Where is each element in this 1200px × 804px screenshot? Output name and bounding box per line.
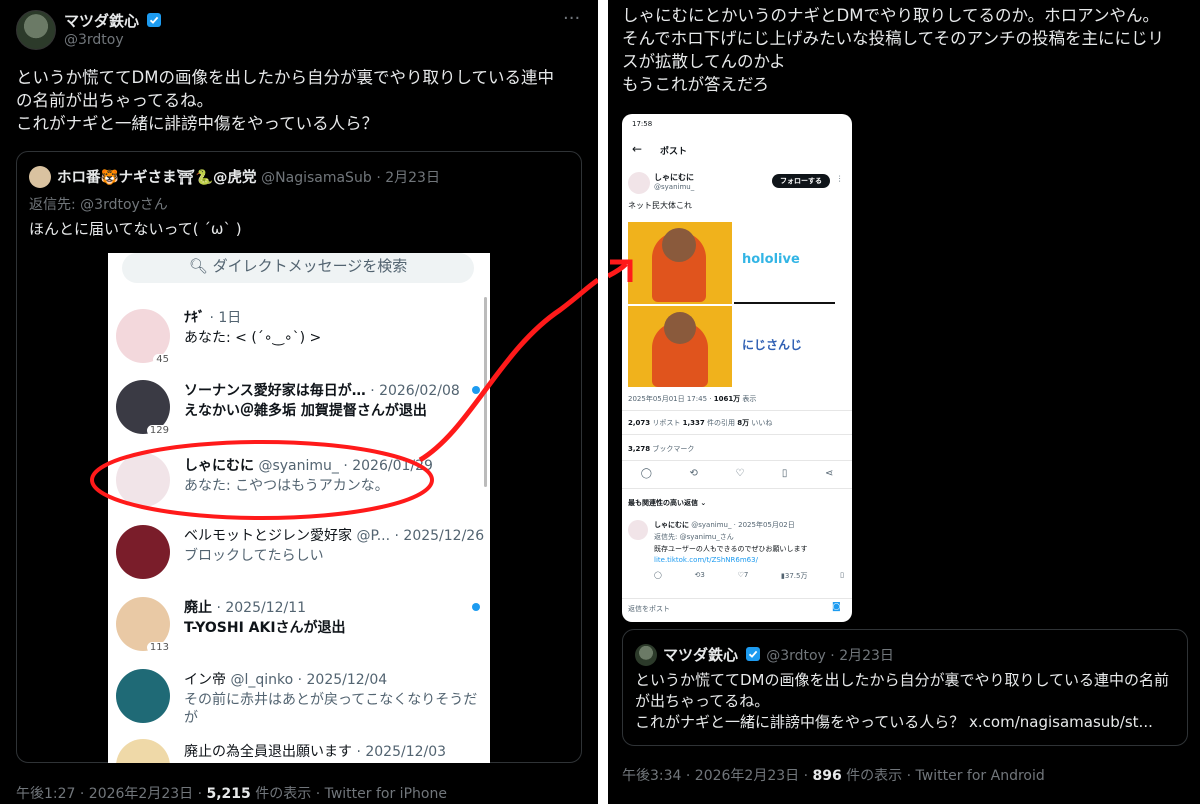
left-tweet-panel: マツダ鉄心 @3rdtoy ··· というか慌ててDMの画像を出したから自分が裏… xyxy=(0,0,598,804)
verified-badge-icon xyxy=(746,647,761,661)
avatar xyxy=(635,644,657,666)
quote-author-row: マツダ鉄心 @3rdtoy · 2月23日 xyxy=(663,644,894,665)
quote-author-name: マツダ鉄心 xyxy=(663,646,739,664)
red-arrow-left xyxy=(418,277,598,463)
quote-author-handle: @3rdtoy · 2月23日 xyxy=(766,648,894,664)
tweet-footer: 午後3:34 · 2026年2月23日 · 896 件の表示 · Twitter… xyxy=(622,768,1045,784)
quoted-tweet[interactable]: マツダ鉄心 @3rdtoy · 2月23日 というか慌ててDMの画像を出したから… xyxy=(622,629,1188,746)
right-tweet-panel: しゃにむにとかいうのナギとDMでやり取りしてるのか。ホロアンやん。 そんでホロ下… xyxy=(608,0,1200,804)
divider xyxy=(598,0,608,804)
quote-text: というか慌ててDMの画像を出したから自分が裏でやり取りしている連中の名前 が出ち… xyxy=(635,671,1170,731)
